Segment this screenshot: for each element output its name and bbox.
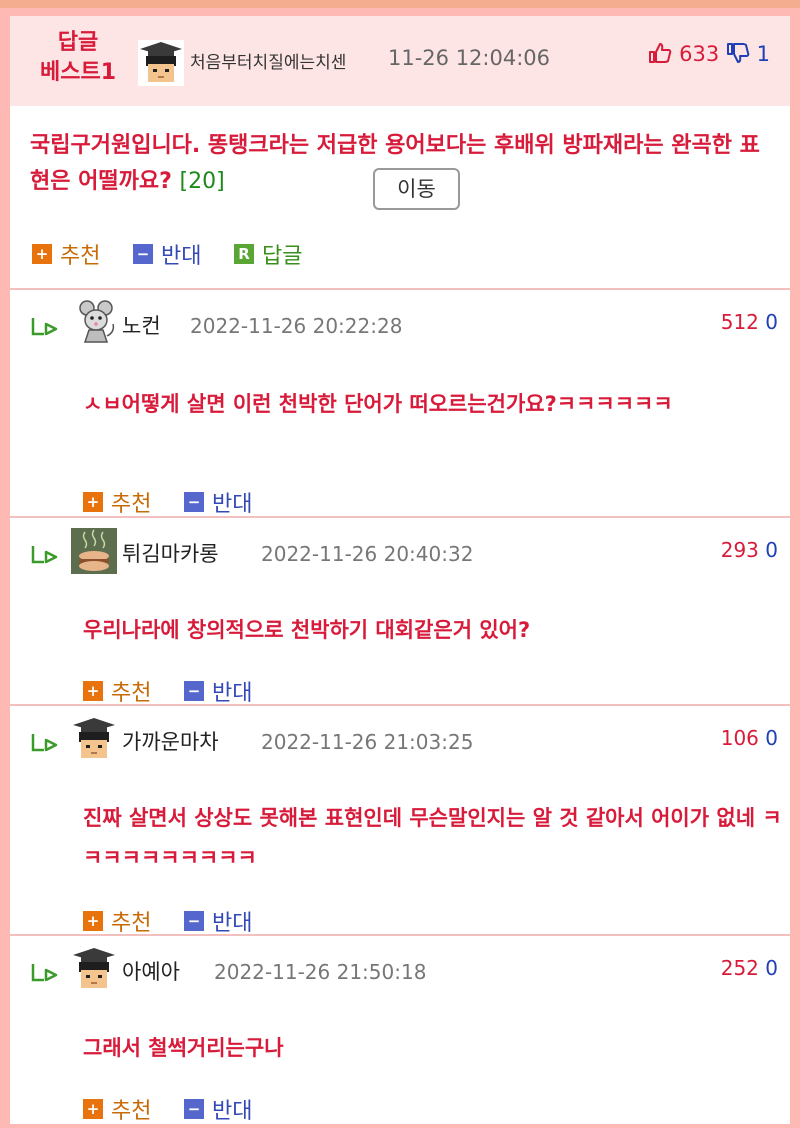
oppose-button[interactable]: − 반대 bbox=[184, 1093, 252, 1124]
plus-icon: + bbox=[83, 1099, 103, 1119]
best-down-count: 1 bbox=[756, 42, 770, 66]
recommend-button[interactable]: + 추천 bbox=[83, 1093, 151, 1124]
recommend-label: 추천 bbox=[111, 1099, 152, 1124]
comment-down-count: 0 bbox=[765, 538, 778, 562]
comment-item: 노컨 2022-11-26 20:22:28 512 0 ㅅㅂ어떻게 살면 이런… bbox=[10, 290, 790, 518]
comment-up-count: 293 bbox=[720, 538, 759, 562]
graduate-avatar-icon[interactable] bbox=[71, 946, 117, 992]
comment-nickname[interactable]: 가까운마차 bbox=[122, 726, 219, 756]
minus-icon: − bbox=[184, 492, 204, 512]
comment-text: 진짜 살면서 상상도 못해본 표현인데 무슨말인지는 알 것 같아서 어이가 없… bbox=[83, 806, 782, 870]
comment-date: 2022-11-26 21:50:18 bbox=[214, 960, 427, 984]
comment-item: 가까운마차 2022-11-26 21:03:25 106 0 진짜 살면서 상… bbox=[10, 706, 790, 937]
graduate-avatar-icon[interactable] bbox=[71, 716, 117, 762]
reply-arrow-icon bbox=[31, 964, 58, 982]
minus-icon: − bbox=[184, 681, 204, 701]
recommend-label: 추천 bbox=[60, 244, 101, 269]
plus-icon: + bbox=[32, 244, 52, 264]
recommend-button[interactable]: + 추천 bbox=[83, 486, 151, 518]
plus-icon: + bbox=[83, 681, 103, 701]
best-reply-badge: 답글 베스트1 bbox=[28, 28, 128, 88]
best-date: 11-26 12:04:06 bbox=[388, 46, 551, 70]
oppose-button[interactable]: − 반대 bbox=[184, 905, 252, 937]
oppose-button[interactable]: − 반대 bbox=[184, 675, 252, 707]
comment-date: 2022-11-26 20:40:32 bbox=[261, 542, 474, 566]
macaron-avatar-icon[interactable] bbox=[71, 528, 117, 574]
reply-arrow-icon bbox=[31, 734, 58, 752]
thumbs-down-icon[interactable] bbox=[726, 42, 750, 64]
oppose-button[interactable]: − 반대 bbox=[133, 238, 201, 270]
minus-icon: − bbox=[133, 244, 153, 264]
comment-text: ㅅㅂ어떻게 살면 이런 천박한 단어가 떠오르는건가요?ㅋㅋㅋㅋㅋㅋ bbox=[83, 392, 673, 416]
best-nickname[interactable]: 처음부터치질에는치센 bbox=[190, 48, 346, 73]
reply-arrow-icon bbox=[31, 546, 58, 564]
comment-votes: 106 0 bbox=[721, 726, 778, 750]
best-reply-header: 답글 베스트1 처음부터치질에는치센 11-26 12:04:06 633 1 bbox=[10, 16, 790, 106]
comment-item: 튀김마카롱 2022-11-26 20:40:32 293 0 우리나라에 창의… bbox=[10, 518, 790, 707]
comment-item: 아예아 2022-11-26 21:50:18 252 0 그래서 철썩거리는구… bbox=[10, 936, 790, 1124]
thumbs-up-icon[interactable] bbox=[648, 42, 672, 64]
plus-icon: + bbox=[83, 911, 103, 931]
oppose-label: 반대 bbox=[212, 492, 253, 517]
oppose-label: 반대 bbox=[161, 244, 202, 269]
reply-count[interactable]: [20] bbox=[180, 169, 225, 194]
move-button[interactable]: 이동 bbox=[373, 168, 460, 210]
recommend-button[interactable]: + 추천 bbox=[32, 238, 100, 270]
best-label-line1: 답글 bbox=[57, 30, 99, 55]
comment-nickname[interactable]: 아예아 bbox=[122, 956, 180, 986]
comment-up-count: 106 bbox=[720, 726, 759, 750]
mouse-avatar-icon[interactable] bbox=[73, 298, 119, 344]
reply-label: 답글 bbox=[262, 244, 303, 269]
plus-icon: + bbox=[83, 492, 103, 512]
comment-nickname[interactable]: 노컨 bbox=[122, 310, 161, 340]
comment-down-count: 0 bbox=[765, 726, 778, 750]
top-bar bbox=[0, 0, 800, 8]
reply-best-panel: 답글 베스트1 처음부터치질에는치센 11-26 12:04:06 633 1 bbox=[10, 16, 790, 1124]
minus-icon: − bbox=[184, 911, 204, 931]
comment-date: 2022-11-26 21:03:25 bbox=[261, 730, 474, 754]
comment-down-count: 0 bbox=[765, 310, 778, 334]
comment-text: 우리나라에 창의적으로 천박하기 대회같은거 있어? bbox=[83, 618, 531, 642]
oppose-label: 반대 bbox=[212, 681, 253, 706]
graduate-avatar-icon[interactable] bbox=[138, 40, 184, 86]
recommend-button[interactable]: + 추천 bbox=[83, 675, 151, 707]
recommend-label: 추천 bbox=[111, 911, 152, 936]
reply-button[interactable]: R 답글 bbox=[234, 238, 302, 270]
comment-nickname[interactable]: 튀김마카롱 bbox=[122, 538, 219, 568]
best-votes: 633 1 bbox=[648, 42, 770, 66]
minus-icon: − bbox=[184, 1099, 204, 1119]
recommend-label: 추천 bbox=[111, 681, 152, 706]
oppose-button[interactable]: − 반대 bbox=[184, 486, 252, 518]
recommend-button[interactable]: + 추천 bbox=[83, 905, 151, 937]
comment-votes: 252 0 bbox=[721, 956, 778, 980]
comment-up-count: 512 bbox=[720, 310, 759, 334]
reply-arrow-icon bbox=[31, 318, 58, 336]
comment-date: 2022-11-26 20:22:28 bbox=[190, 314, 403, 338]
oppose-label: 반대 bbox=[212, 911, 253, 936]
comment-down-count: 0 bbox=[765, 956, 778, 980]
comment-votes: 512 0 bbox=[721, 310, 778, 334]
comment-up-count: 252 bbox=[720, 956, 759, 980]
reply-icon: R bbox=[234, 244, 254, 264]
best-up-count: 633 bbox=[679, 42, 720, 66]
comment-text: 그래서 철썩거리는구나 bbox=[83, 1036, 284, 1060]
comment-votes: 293 0 bbox=[721, 538, 778, 562]
recommend-label: 추천 bbox=[111, 492, 152, 517]
best-label-line2: 베스트1 bbox=[39, 60, 117, 85]
oppose-label: 반대 bbox=[212, 1099, 253, 1124]
